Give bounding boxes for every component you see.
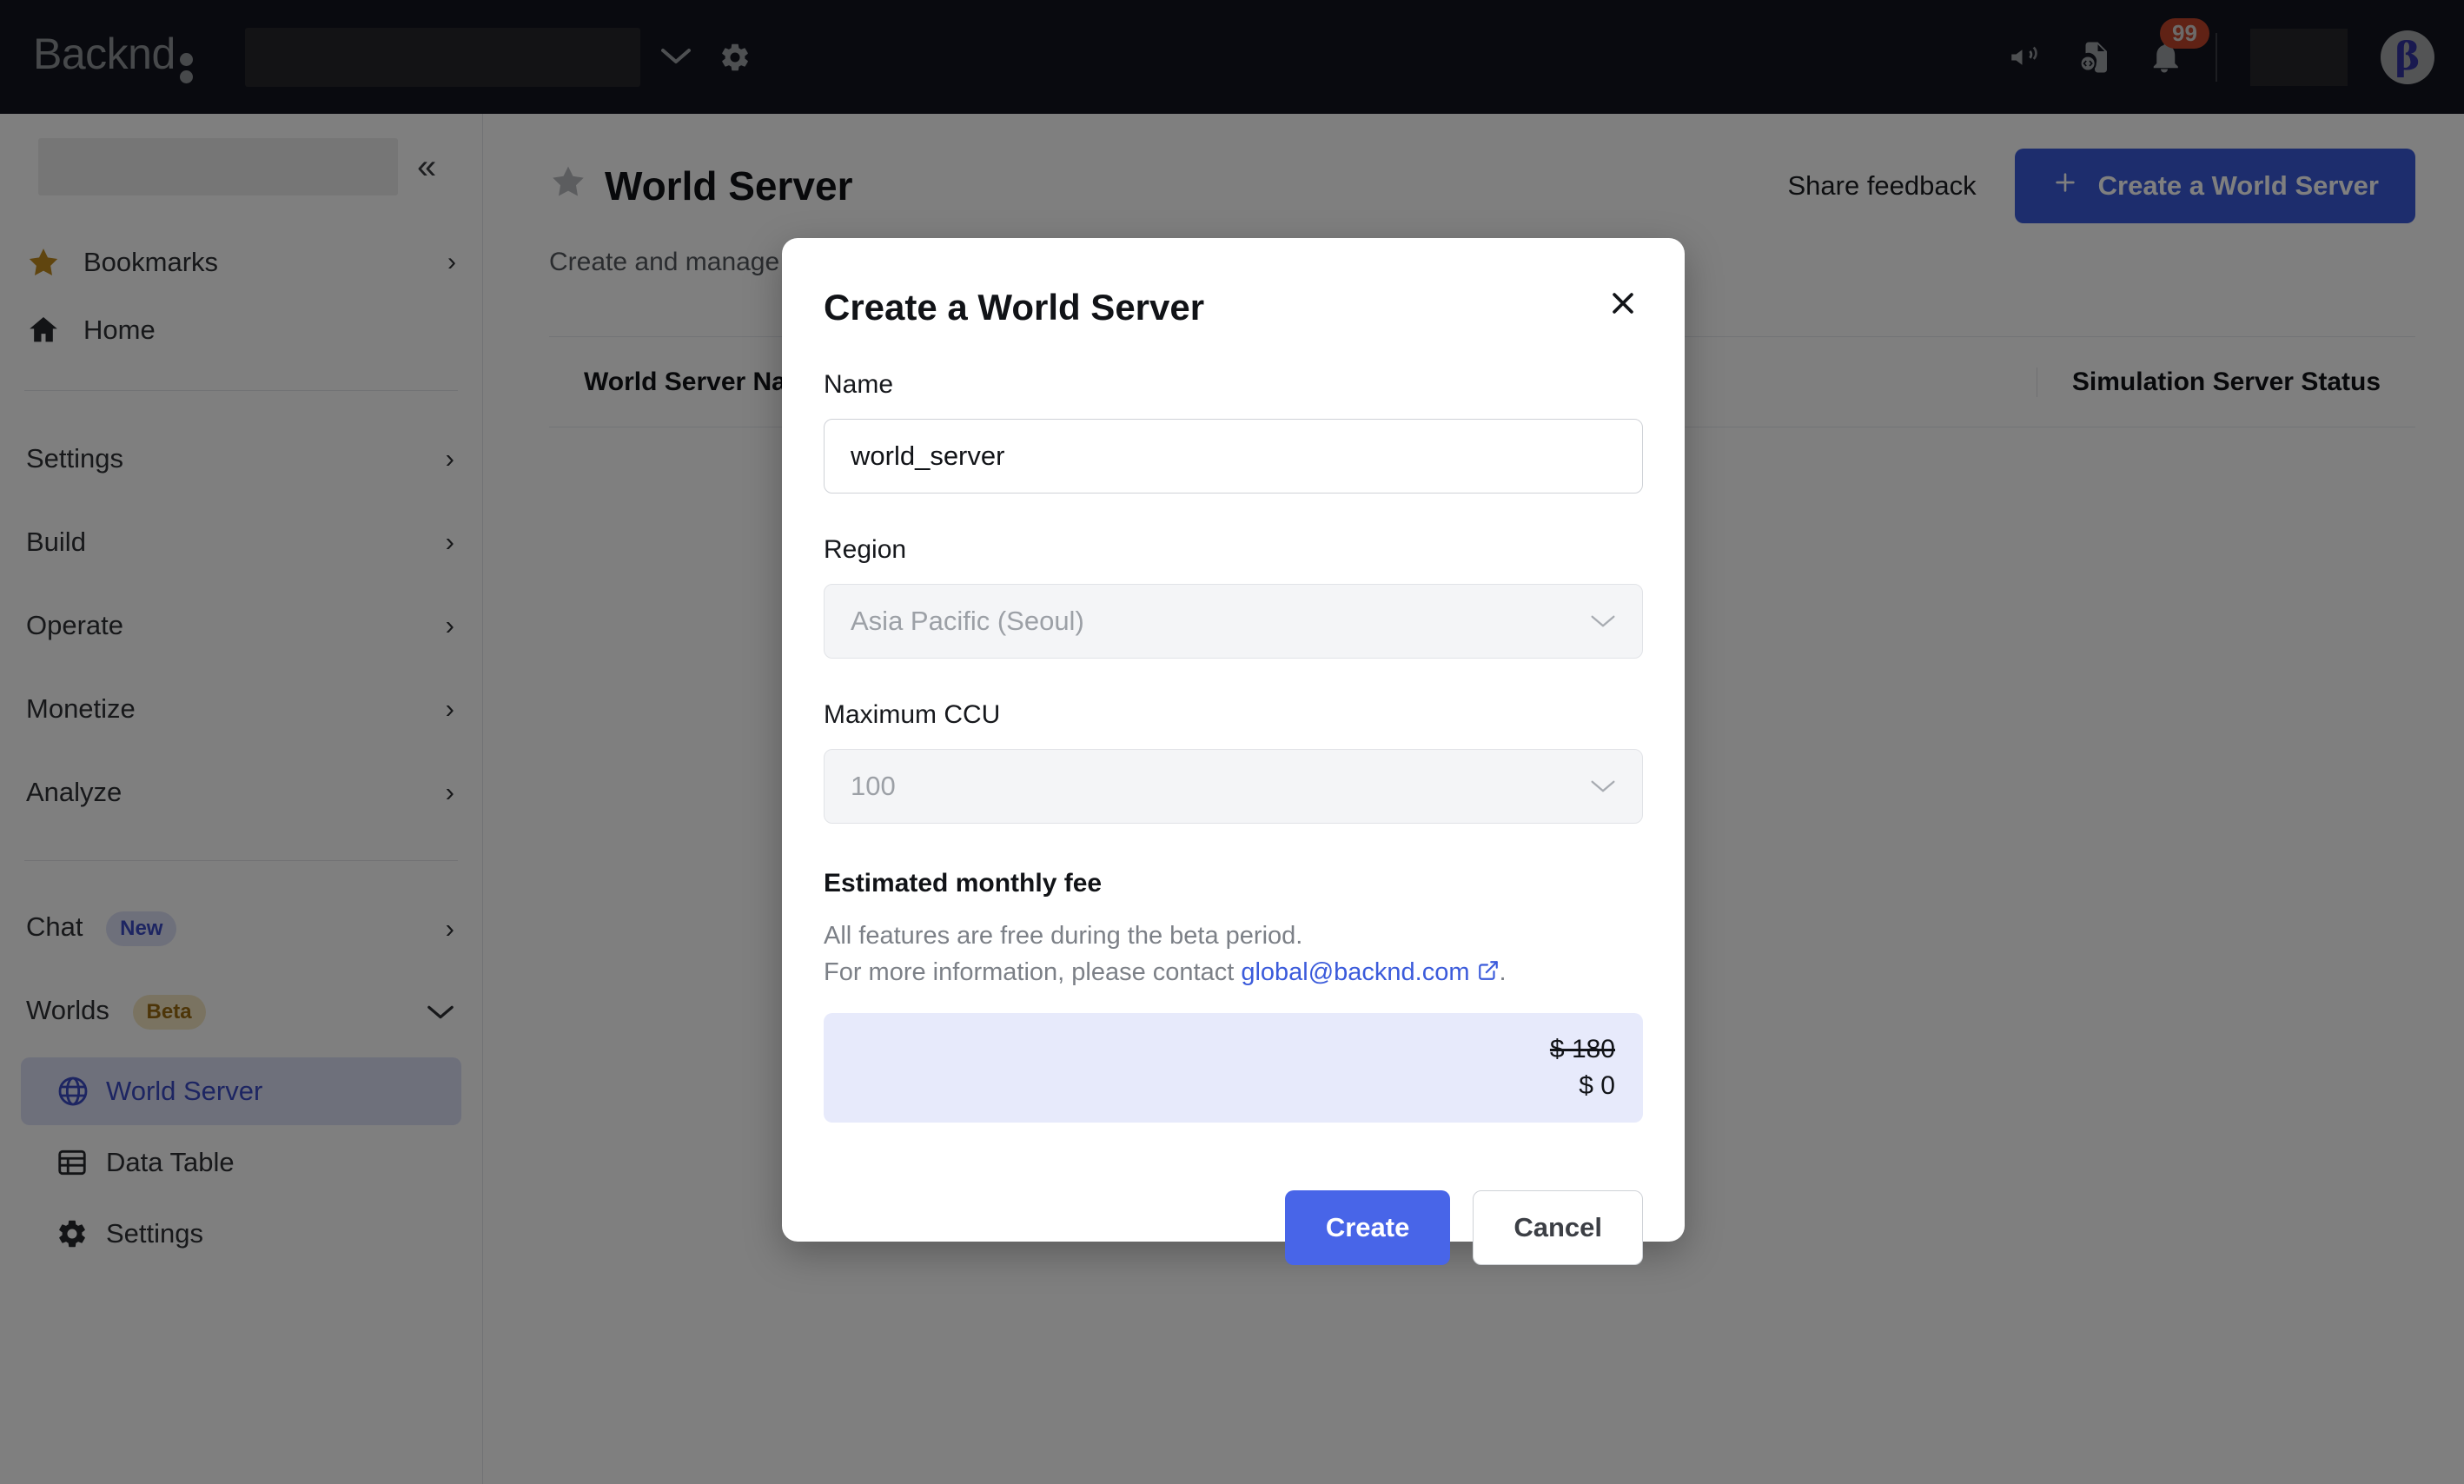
app-root: Backnd 99 β: [0, 0, 2464, 1484]
fee-original-price: $ 180: [1549, 1035, 1615, 1064]
region-select-wrapper: Asia Pacific (Seoul): [824, 584, 1643, 659]
contact-email-link[interactable]: global@backnd.com: [1241, 958, 1469, 986]
external-link-icon: [1477, 956, 1500, 992]
region-select[interactable]: Asia Pacific (Seoul): [824, 584, 1643, 659]
dialog-actions: Create Cancel: [824, 1190, 1643, 1266]
create-button[interactable]: Create: [1284, 1190, 1451, 1266]
ccu-field-label: Maximum CCU: [824, 700, 1001, 729]
dialog-title: Create a World Server: [824, 287, 1205, 328]
fee-note-prefix: For more information, please contact: [824, 958, 1242, 987]
fee-note-line-1: All features are free during the beta pe…: [824, 922, 1303, 950]
create-world-server-dialog: Create a World Server Name Region Asia P…: [782, 238, 1685, 1266]
ccu-select-wrapper: 100: [824, 749, 1643, 824]
cancel-button[interactable]: Cancel: [1473, 1190, 1643, 1266]
fee-note-line-2: For more information, please contact glo…: [824, 954, 1643, 992]
name-input[interactable]: [824, 419, 1643, 494]
close-icon[interactable]: [1603, 287, 1643, 326]
estimated-fee-label: Estimated monthly fee: [824, 869, 1103, 898]
fee-note-suffix: .: [1499, 958, 1507, 987]
ccu-select-value: 100: [851, 771, 896, 801]
chevron-down-icon: [1590, 772, 1616, 800]
estimated-fee-note: All features are free during the beta pe…: [824, 918, 1643, 992]
region-select-value: Asia Pacific (Seoul): [851, 606, 1084, 636]
maximum-ccu-select[interactable]: 100: [824, 749, 1643, 824]
chevron-down-icon: [1590, 607, 1616, 635]
dialog-header: Create a World Server: [824, 287, 1643, 328]
fee-discounted-price: $ 0: [1579, 1071, 1615, 1101]
estimated-fee-box: $ 180 $ 0: [824, 1013, 1643, 1123]
name-field-label: Name: [824, 370, 894, 399]
region-field-label: Region: [824, 535, 907, 564]
